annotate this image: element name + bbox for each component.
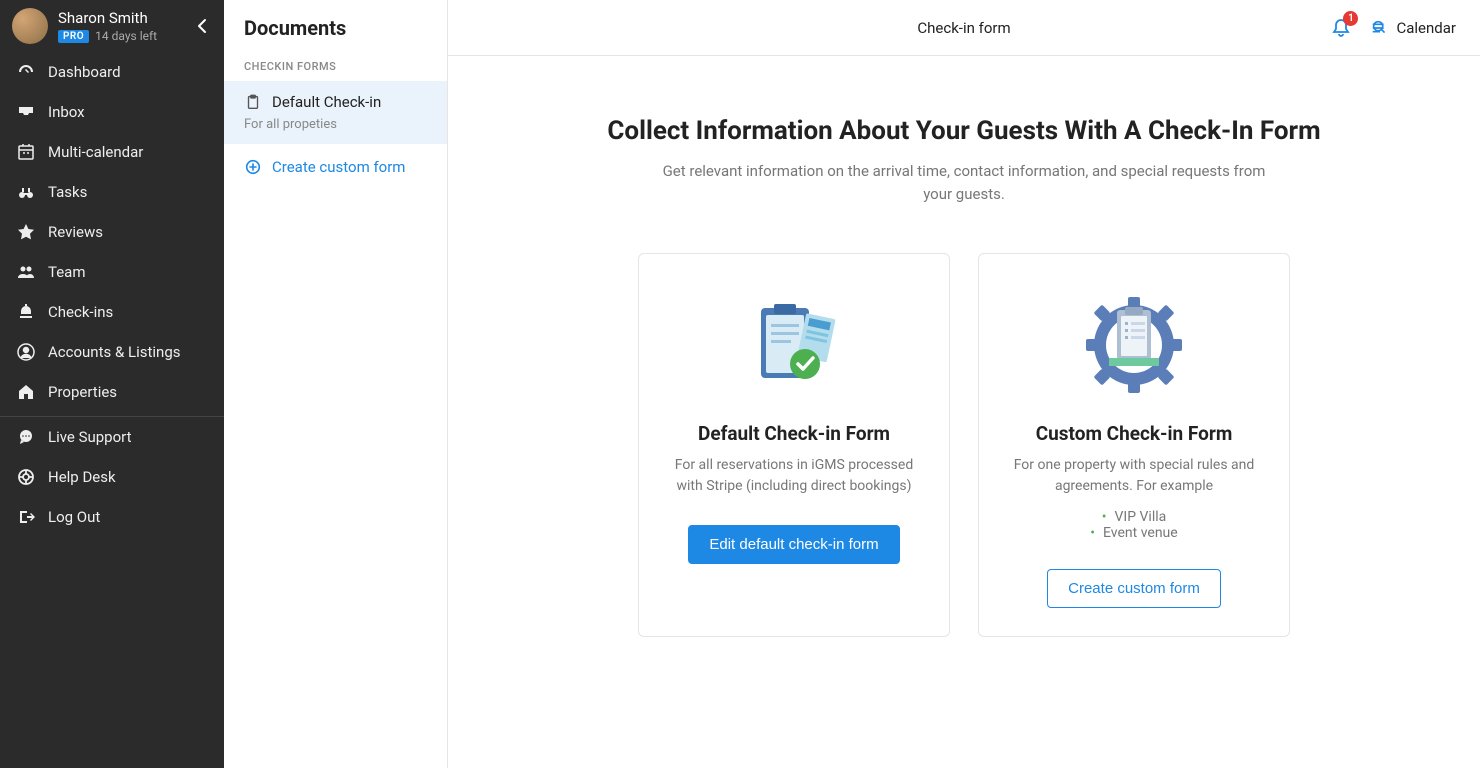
tray-icon — [16, 102, 36, 122]
list-item: Event venue — [1090, 525, 1177, 541]
page-title: Check-in form — [917, 19, 1010, 37]
user-name: Sharon Smith — [58, 9, 182, 27]
sidebar-item-label: Help Desk — [48, 468, 116, 486]
sidebar-item-dashboard[interactable]: Dashboard — [0, 52, 224, 92]
panel-title: Documents — [224, 0, 447, 56]
logout-icon — [16, 507, 36, 527]
pro-badge: PRO — [58, 30, 89, 43]
sidebar-item-team[interactable]: Team — [0, 252, 224, 292]
avatar — [12, 8, 48, 44]
chevron-left-icon[interactable] — [192, 13, 212, 39]
sidebar-item-label: Multi-calendar — [48, 143, 143, 161]
sidebar-item-label: Dashboard — [48, 63, 121, 81]
sidebar-item-helpdesk[interactable]: Help Desk — [0, 457, 224, 497]
documents-panel: Documents CHECKIN FORMS Default Check-in… — [224, 0, 448, 768]
hero-title: Collect Information About Your Guests Wi… — [488, 116, 1440, 146]
main: Check-in form 1 Calendar Collect Informa… — [448, 0, 1480, 768]
create-custom-form-button[interactable]: Create custom form — [1047, 569, 1221, 608]
lifebuoy-icon — [16, 467, 36, 487]
card-default-checkin: Default Check-in Form For all reservatio… — [638, 253, 950, 637]
sidebar-item-label: Reviews — [48, 223, 103, 241]
card-title: Default Check-in Form — [698, 422, 890, 445]
card-custom-checkin: Custom Check-in Form For one property wi… — [978, 253, 1290, 637]
sidebar-item-label: Live Support — [48, 428, 132, 446]
sidebar-item-label: Accounts & Listings — [48, 343, 181, 361]
bell-tray-icon — [16, 302, 36, 322]
sidebar-item-label: Inbox — [48, 103, 85, 121]
sidebar-item-label: Log Out — [48, 508, 100, 526]
profile-info: Sharon Smith PRO 14 days left — [58, 9, 182, 43]
sidebar-item-properties[interactable]: Properties — [0, 372, 224, 404]
create-custom-form-link[interactable]: Create custom form — [224, 144, 447, 190]
star-icon — [16, 222, 36, 242]
clipboard-check-illustration — [739, 290, 849, 400]
card-desc: For all reservations in iGMS processed w… — [667, 455, 921, 497]
sidebar-item-inbox[interactable]: Inbox — [0, 92, 224, 132]
sidebar-item-logout[interactable]: Log Out — [0, 497, 224, 537]
panel-item-default-checkin[interactable]: Default Check-in For all propeties — [224, 81, 447, 144]
days-left: 14 days left — [95, 29, 157, 43]
card-example-list: VIP Villa Event venue — [1090, 509, 1177, 541]
topbar-actions: 1 Calendar — [1330, 17, 1456, 39]
nav-list: Dashboard Inbox Multi-calendar Tasks Rev… — [0, 52, 224, 404]
plus-circle-icon — [244, 158, 262, 176]
panel-section-label: CHECKIN FORMS — [224, 56, 447, 81]
sidebar-item-reviews[interactable]: Reviews — [0, 212, 224, 252]
chat-icon — [16, 427, 36, 447]
calendar-search-icon — [1370, 18, 1390, 38]
card-title: Custom Check-in Form — [1036, 422, 1233, 445]
sidebar: Sharon Smith PRO 14 days left Dashboard … — [0, 0, 224, 768]
sidebar-item-label: Check-ins — [48, 303, 113, 321]
sidebar-item-label: Team — [48, 263, 86, 281]
gear-clipboard-illustration — [1079, 290, 1189, 400]
binoculars-icon — [16, 182, 36, 202]
calendar-link-label: Calendar — [1396, 19, 1456, 37]
nav-footer: Live Support Help Desk Log Out — [0, 416, 224, 768]
card-desc: For one property with special rules and … — [1007, 455, 1261, 497]
sidebar-item-accounts[interactable]: Accounts & Listings — [0, 332, 224, 372]
create-custom-form-label: Create custom form — [272, 158, 405, 176]
clipboard-icon — [244, 93, 262, 111]
account-circle-icon — [16, 342, 36, 362]
gauge-icon — [16, 62, 36, 82]
profile-section[interactable]: Sharon Smith PRO 14 days left — [0, 0, 224, 52]
edit-default-checkin-button[interactable]: Edit default check-in form — [688, 525, 899, 564]
panel-item-sub: For all propeties — [244, 117, 427, 132]
panel-item-title: Default Check-in — [272, 93, 381, 111]
users-icon — [16, 262, 36, 282]
notification-badge: 1 — [1343, 11, 1358, 26]
list-item: VIP Villa — [1090, 509, 1177, 525]
calendar-link[interactable]: Calendar — [1370, 18, 1456, 38]
sidebar-item-label: Tasks — [48, 183, 87, 201]
content: Collect Information About Your Guests Wi… — [448, 56, 1480, 768]
home-icon — [16, 382, 36, 402]
sidebar-item-livesupport[interactable]: Live Support — [0, 417, 224, 457]
notifications-button[interactable]: 1 — [1330, 17, 1352, 39]
sidebar-item-label: Properties — [48, 383, 117, 401]
sidebar-item-tasks[interactable]: Tasks — [0, 172, 224, 212]
topbar: Check-in form 1 Calendar — [448, 0, 1480, 56]
cards-row: Default Check-in Form For all reservatio… — [488, 253, 1440, 637]
hero-subtitle: Get relevant information on the arrival … — [654, 160, 1274, 205]
sidebar-item-checkins[interactable]: Check-ins — [0, 292, 224, 332]
sidebar-item-multicalendar[interactable]: Multi-calendar — [0, 132, 224, 172]
calendar-grid-icon — [16, 142, 36, 162]
